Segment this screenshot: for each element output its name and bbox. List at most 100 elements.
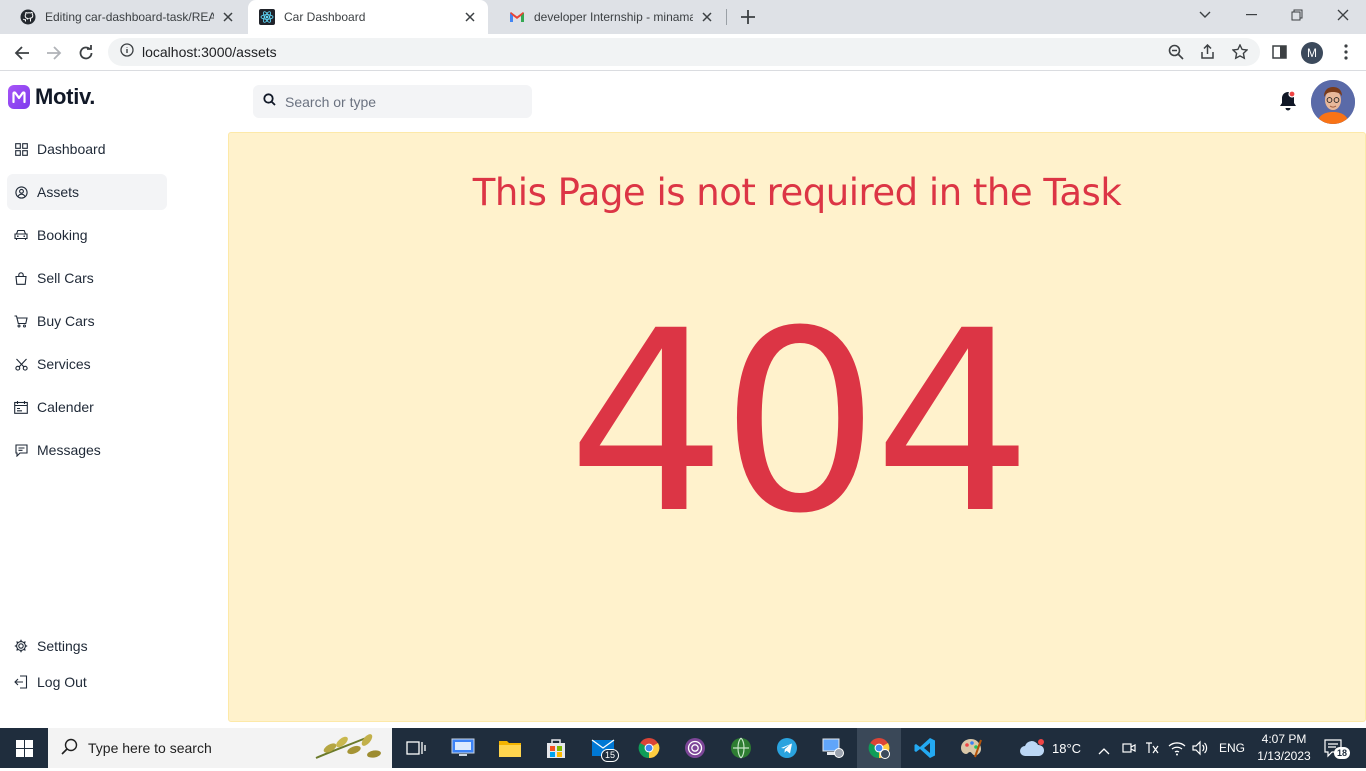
display-settings-icon[interactable] <box>441 728 485 768</box>
tab-search-icon[interactable] <box>1182 0 1228 30</box>
windows-taskbar: Type here to search 15 18°C ENG 4:07 PM … <box>0 728 1366 768</box>
sidebar-item-calender[interactable]: Calender <box>7 389 167 425</box>
taskbar-clock[interactable]: 4:07 PM 1/13/2023 <box>1246 731 1322 765</box>
search-highlight-icon <box>312 728 388 771</box>
new-tab-button[interactable] <box>736 5 760 29</box>
file-explorer-icon[interactable] <box>488 728 532 768</box>
microsoft-store-icon[interactable] <box>534 728 578 768</box>
address-bar[interactable]: localhost:3000/assets <box>108 38 1260 66</box>
sidebar-item-label: Dashboard <box>37 141 106 157</box>
gear-icon <box>14 639 28 653</box>
search-input[interactable] <box>285 93 515 110</box>
tor-browser-icon[interactable] <box>673 728 717 768</box>
sidebar-item-sell-cars[interactable]: Sell Cars <box>7 260 167 296</box>
weather-temperature[interactable]: 18°C <box>1052 741 1081 756</box>
tab-title: developer Internship - minamag <box>534 10 693 24</box>
user-avatar[interactable] <box>1311 80 1355 124</box>
page-heading: This Page is not required in the Task <box>472 171 1122 214</box>
reload-button[interactable] <box>72 39 100 67</box>
browser-tab-strip: Editing car-dashboard-task/READ Car Dash… <box>0 0 1366 34</box>
motiv-logo-icon <box>8 85 30 109</box>
github-icon <box>20 9 36 25</box>
brand-name: Motiv. <box>35 84 96 109</box>
minimize-icon[interactable] <box>1228 0 1274 30</box>
sidebar-item-label: Services <box>37 356 91 372</box>
close-window-icon[interactable] <box>1320 0 1366 30</box>
gmail-icon <box>509 9 525 25</box>
browser-tab-car-dashboard[interactable]: Car Dashboard <box>248 0 488 34</box>
sidebar-item-label: Assets <box>37 184 80 200</box>
brand-logo[interactable]: Motiv. <box>8 84 95 110</box>
zoom-icon[interactable] <box>1162 38 1190 66</box>
sidebar-item-services[interactable]: Services <box>7 346 167 382</box>
restore-icon[interactable] <box>1274 0 1320 30</box>
windows-start-icon[interactable] <box>0 728 48 768</box>
taskbar-search-placeholder: Type here to search <box>88 740 212 756</box>
show-hidden-icons-icon[interactable] <box>1098 742 1110 760</box>
sidebar-item-assets[interactable]: Assets <box>7 174 167 210</box>
grid-icon <box>14 142 28 156</box>
bag-icon <box>14 271 28 285</box>
browser-tab-github[interactable]: Editing car-dashboard-task/READ <box>0 0 246 34</box>
browser-tab-gmail[interactable]: developer Internship - minamag <box>489 0 725 34</box>
task-view-icon[interactable] <box>394 728 438 768</box>
tab-title: Car Dashboard <box>284 10 366 24</box>
browser-profile-avatar[interactable]: M <box>1301 42 1323 64</box>
clock-time: 4:07 PM <box>1261 732 1307 746</box>
tab-separator <box>726 9 727 25</box>
sidebar-item-messages[interactable]: Messages <box>7 432 167 468</box>
browser-toolbar: localhost:3000/assets M <box>0 34 1366 71</box>
sidebar-bottom-nav: Settings Log Out <box>7 628 167 707</box>
sidebar-item-label: Log Out <box>37 674 87 690</box>
app-search[interactable] <box>253 85 532 118</box>
calendar-icon <box>14 400 28 414</box>
paint-icon[interactable] <box>949 728 993 768</box>
sidebar-item-buy-cars[interactable]: Buy Cars <box>7 303 167 339</box>
telegram-icon[interactable] <box>765 728 809 768</box>
error-code: 404 <box>567 277 1032 568</box>
forward-button[interactable] <box>40 39 68 67</box>
bookmark-star-icon[interactable] <box>1226 38 1254 66</box>
meet-now-icon[interactable] <box>1121 740 1137 761</box>
logout-icon <box>14 675 28 689</box>
close-tab-icon[interactable] <box>699 9 715 25</box>
volume-icon[interactable] <box>1192 740 1208 761</box>
scissors-icon <box>14 357 28 371</box>
chrome-profile-icon[interactable] <box>857 728 901 768</box>
close-tab-icon[interactable] <box>462 9 478 25</box>
vscode-icon[interactable] <box>903 728 947 768</box>
side-panel-icon[interactable] <box>1265 38 1293 66</box>
notification-center-icon[interactable]: 18 <box>1323 738 1351 765</box>
wifi-icon[interactable] <box>1168 740 1186 761</box>
pen-input-icon[interactable] <box>1144 740 1160 761</box>
clock-date: 1/13/2023 <box>1257 749 1311 763</box>
chrome-icon[interactable] <box>627 728 671 768</box>
mail-badge: 15 <box>600 749 619 762</box>
back-button[interactable] <box>8 39 36 67</box>
bell-icon[interactable] <box>1277 89 1299 113</box>
search-icon <box>263 92 276 111</box>
sidebar-item-label: Buy Cars <box>37 313 95 329</box>
sidebar-item-label: Messages <box>37 442 101 458</box>
sidebar-item-log-out[interactable]: Log Out <box>7 664 167 700</box>
search-icon <box>61 738 78 758</box>
mail-icon[interactable]: 15 <box>581 728 625 768</box>
input-language[interactable]: ENG <box>1219 741 1245 755</box>
site-info-icon[interactable] <box>120 42 134 62</box>
react-icon <box>259 9 275 25</box>
weather-cloud-icon[interactable] <box>1018 738 1046 763</box>
tab-title: Editing car-dashboard-task/READ <box>45 10 214 24</box>
sidebar-item-label: Settings <box>37 638 88 654</box>
browser-menu-icon[interactable] <box>1332 38 1360 66</box>
sidebar-item-settings[interactable]: Settings <box>7 628 167 664</box>
sidebar-nav: Dashboard Assets Booking Sell Cars Buy C… <box>7 131 167 475</box>
taskbar-search[interactable]: Type here to search <box>48 728 392 768</box>
sidebar-item-dashboard[interactable]: Dashboard <box>7 131 167 167</box>
url-text: localhost:3000/assets <box>142 44 277 60</box>
sidebar-item-booking[interactable]: Booking <box>7 217 167 253</box>
close-tab-icon[interactable] <box>220 9 236 25</box>
device-manager-icon[interactable] <box>811 728 855 768</box>
share-icon[interactable] <box>1194 38 1222 66</box>
network-app-icon[interactable] <box>719 728 763 768</box>
not-found-panel: This Page is not required in the Task 40… <box>228 132 1366 722</box>
